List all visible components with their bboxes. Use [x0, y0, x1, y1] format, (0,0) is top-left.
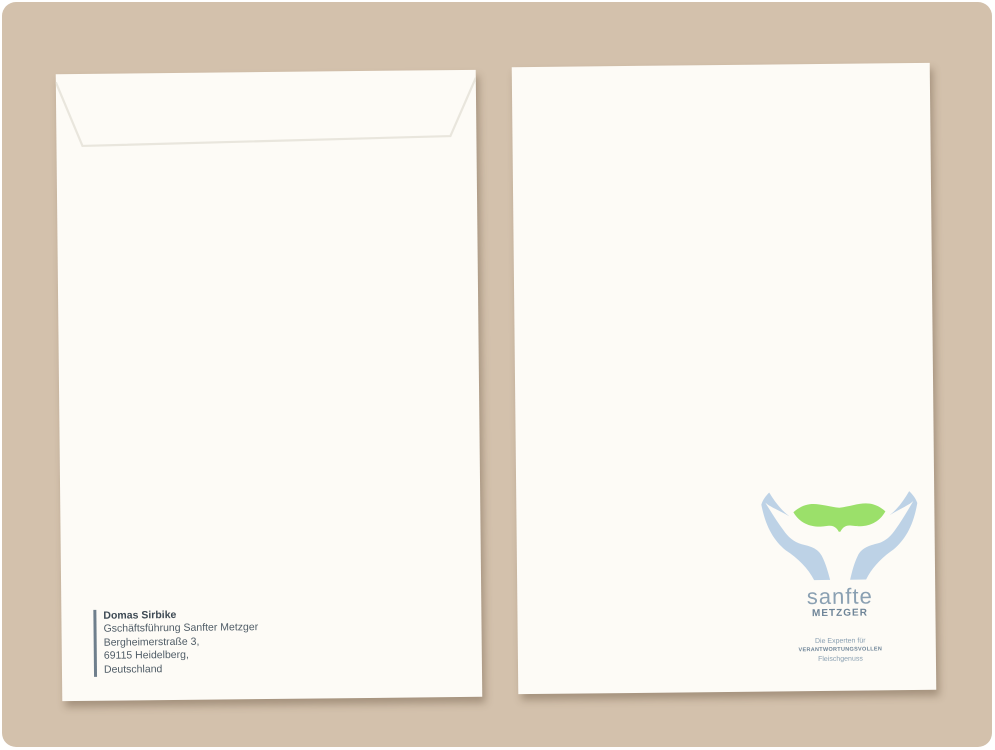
brand-name-sanfte: sanfte	[806, 583, 873, 610]
envelope-back: Domas Sirbike Gschäftsführung Sanfter Me…	[55, 69, 483, 702]
brand-logo: sanfte METZGER Die Experten für VERANTWO…	[756, 491, 923, 665]
hands-leaf-icon	[760, 491, 917, 581]
envelope-front: sanfte METZGER Die Experten für VERANTWO…	[511, 62, 937, 695]
sender-line-4: Deutschland	[103, 662, 163, 676]
background: Domas Sirbike Gschäftsführung Sanfter Me…	[2, 2, 992, 747]
brand-name-metzger: METZGER	[811, 607, 868, 620]
envelope-flap	[55, 77, 477, 148]
sender-line-1: Gschäftsführung Sanfter Metzger	[103, 621, 259, 635]
tagline-line-3: Fleischgenuss	[818, 655, 863, 664]
sender-address: Domas Sirbike Gschäftsführung Sanfter Me…	[93, 607, 259, 677]
brand-tagline: Die Experten für VERANTWORTUNGSVOLLEN Fl…	[758, 636, 923, 665]
